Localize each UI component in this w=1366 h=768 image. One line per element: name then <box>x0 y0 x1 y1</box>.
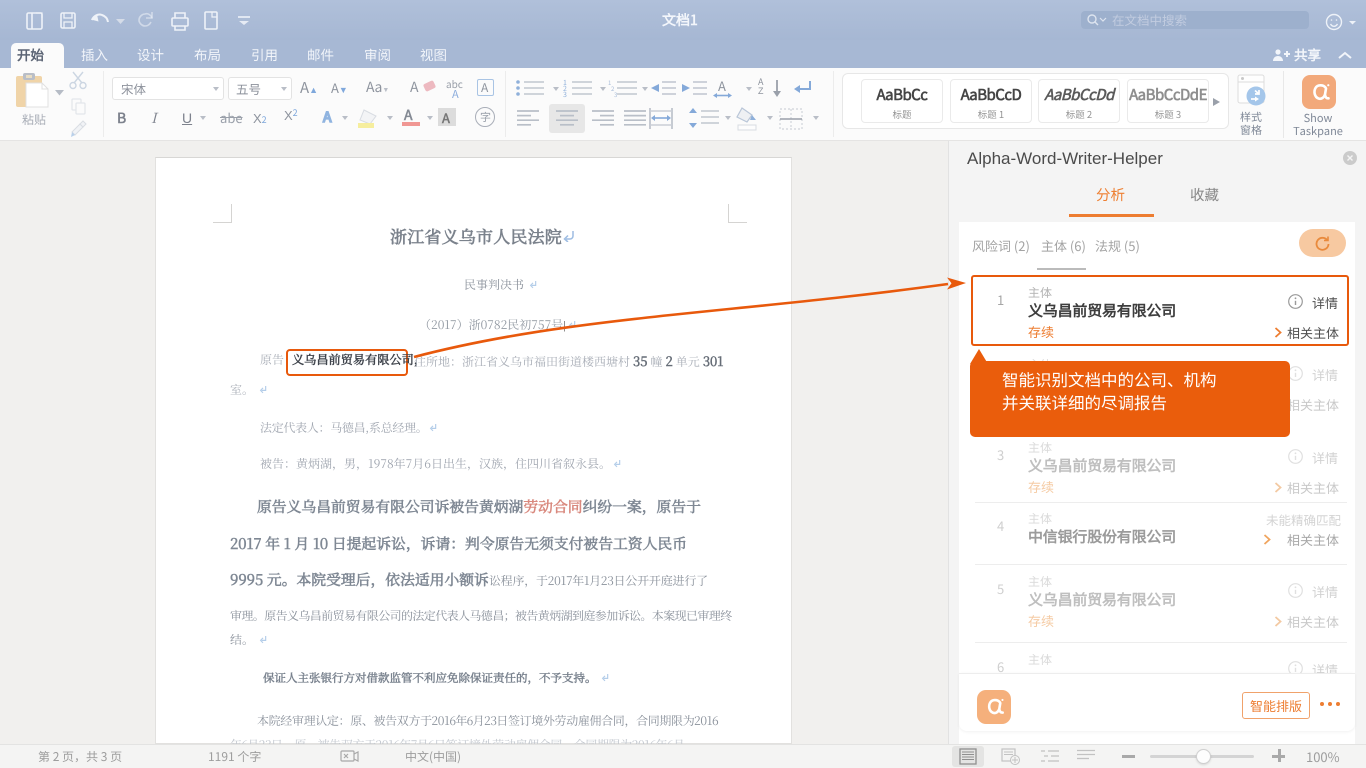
svg-text:A: A <box>718 79 726 95</box>
svg-text:3: 3 <box>563 90 567 99</box>
svg-text:3: 3 <box>614 90 617 99</box>
